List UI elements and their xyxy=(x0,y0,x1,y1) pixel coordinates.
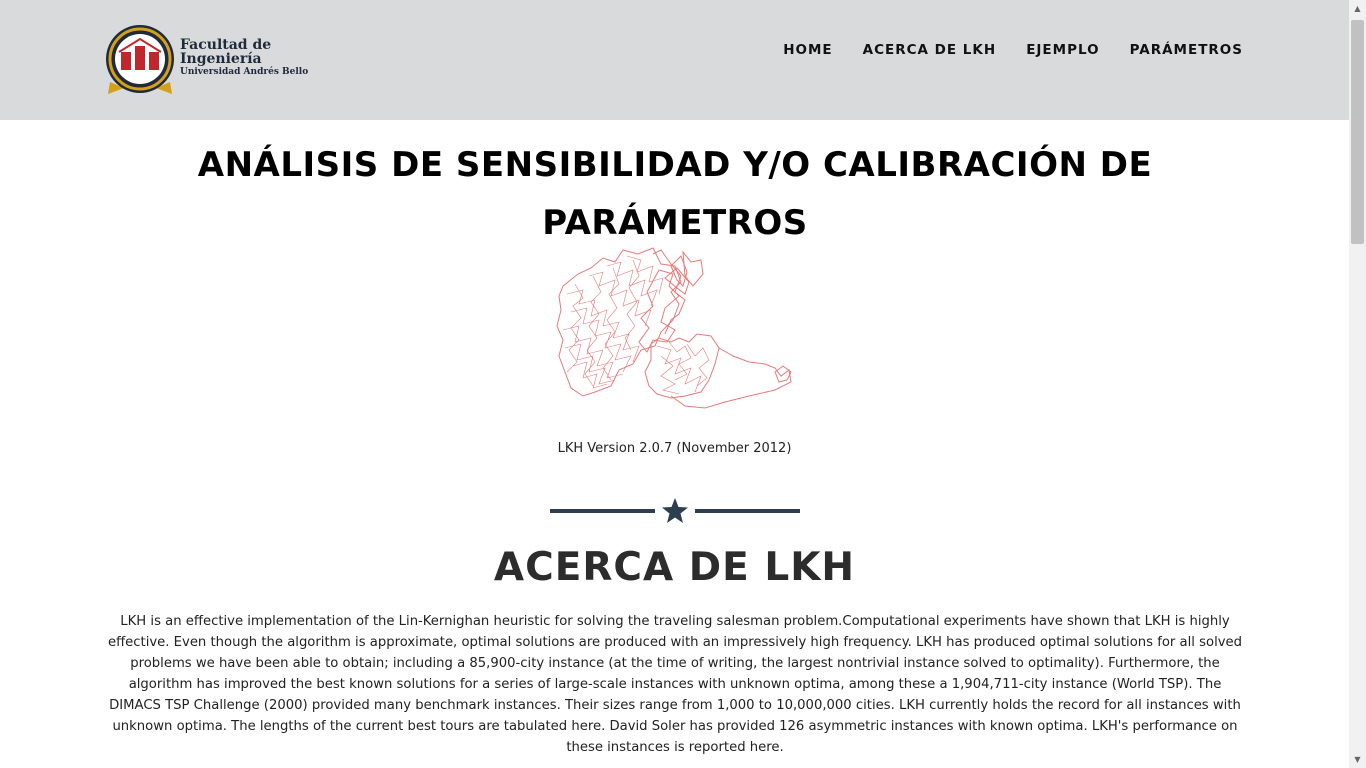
logo-line-1: Facultad de xyxy=(180,37,272,53)
vertical-scrollbar[interactable]: ▲ ▼ xyxy=(1349,0,1366,768)
tsp-tour-map xyxy=(556,247,792,409)
nav-ejemplo-link[interactable]: EJEMPLO xyxy=(1026,42,1099,58)
faculty-emblem-icon xyxy=(106,25,174,94)
scrollbar-thumb[interactable] xyxy=(1351,20,1364,244)
nav-home-link[interactable]: HOME xyxy=(783,42,832,58)
scroll-up-arrow-icon[interactable]: ▲ xyxy=(1349,0,1366,17)
nav-parametros-link[interactable]: PARÁMETROS xyxy=(1130,42,1243,58)
star-icon xyxy=(662,498,688,523)
scroll-down-arrow-icon[interactable]: ▼ xyxy=(1349,751,1366,768)
section-divider xyxy=(550,497,800,525)
logo-line-3: Universidad Andrés Bello xyxy=(180,67,309,77)
main-nav: HOME ACERCA DE LKH EJEMPLO PARÁMETROS xyxy=(783,42,1243,58)
about-paragraph: LKH is an effective implementation of th… xyxy=(107,614,1243,755)
logo-line-2: Ingeniería xyxy=(180,51,262,67)
divider-line-left xyxy=(550,509,655,513)
nav-acerca-link[interactable]: ACERCA DE LKH xyxy=(863,42,997,58)
divider-line-right xyxy=(695,509,800,513)
logo-text: Facultad de Ingeniería Universidad André… xyxy=(180,38,308,78)
faculty-logo-link[interactable]: Facultad de Ingeniería Universidad André… xyxy=(104,24,308,98)
page-title: ANÁLISIS DE SENSIBILIDAD Y/O CALIBRACIÓN… xyxy=(197,145,1153,243)
about-section-title: ACERCA DE LKH xyxy=(493,545,856,590)
version-caption: LKH Version 2.0.7 (November 2012) xyxy=(557,441,792,456)
top-navbar: Facultad de Ingeniería Universidad André… xyxy=(0,0,1349,120)
